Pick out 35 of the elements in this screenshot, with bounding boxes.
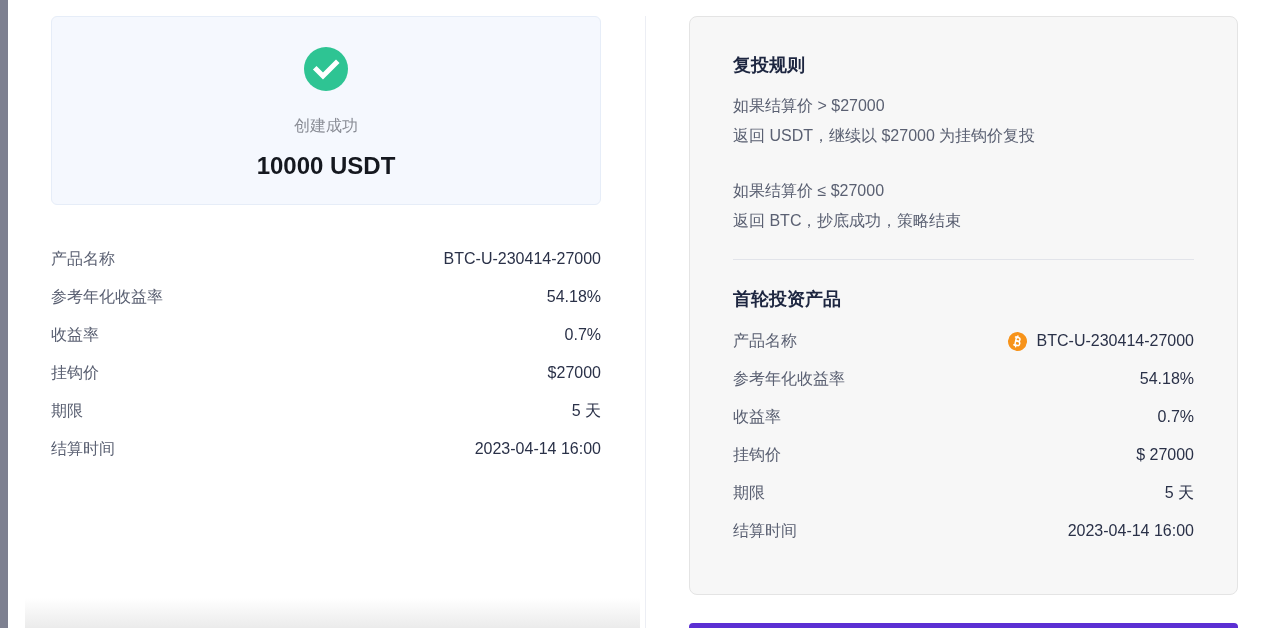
detail-label: 期限 [51, 401, 83, 421]
detail-value: $27000 [547, 363, 601, 383]
detail-label: 收益率 [51, 325, 99, 345]
detail-value: 54.18% [546, 287, 601, 307]
action-button[interactable] [689, 623, 1238, 628]
rule-outcome: 返回 USDT，继续以 $27000 为挂钩价复投 [733, 126, 1037, 146]
section-title: 复投规则 [733, 54, 806, 77]
detail-value: 54.18% [1139, 369, 1194, 389]
detail-label: 期限 [733, 483, 765, 503]
detail-value: 2023-04-14 16:00 [474, 439, 601, 459]
detail-value: BTC-U-230414-27000 [1036, 331, 1194, 351]
detail-label: 产品名称 [51, 249, 115, 269]
detail-label: 结算时间 [51, 439, 115, 459]
coin-icon [1005, 329, 1029, 353]
success-check-icon [304, 47, 348, 91]
detail-label: 结算时间 [733, 521, 797, 541]
rule-condition: 如果结算价 ≤ $27000 [733, 181, 886, 201]
rule-condition: 如果结算价 > $27000 [733, 96, 886, 116]
detail-value: 2023-04-14 16:00 [1067, 521, 1194, 541]
status-text: 创建成功 [294, 116, 358, 136]
detail-label: 挂钩价 [51, 363, 99, 383]
detail-value: 0.7% [1157, 407, 1194, 427]
detail-value: 0.7% [564, 325, 601, 345]
detail-value: 5 天 [1164, 483, 1194, 503]
section-title: 首轮投资产品 [733, 288, 842, 311]
rule-outcome: 返回 BTC，抄底成功，策略结束 [733, 211, 963, 231]
detail-label: 挂钩价 [733, 445, 781, 465]
detail-label: 参考年化收益率 [51, 287, 163, 307]
detail-label: 参考年化收益率 [733, 369, 845, 389]
detail-value: 5 天 [571, 401, 601, 421]
detail-label: 产品名称 [733, 331, 797, 351]
amount-text: 10000 USDT [256, 151, 396, 181]
detail-value: $ 27000 [1136, 445, 1194, 465]
detail-label: 收益率 [733, 407, 781, 427]
detail-value: BTC-U-230414-27000 [443, 249, 601, 269]
